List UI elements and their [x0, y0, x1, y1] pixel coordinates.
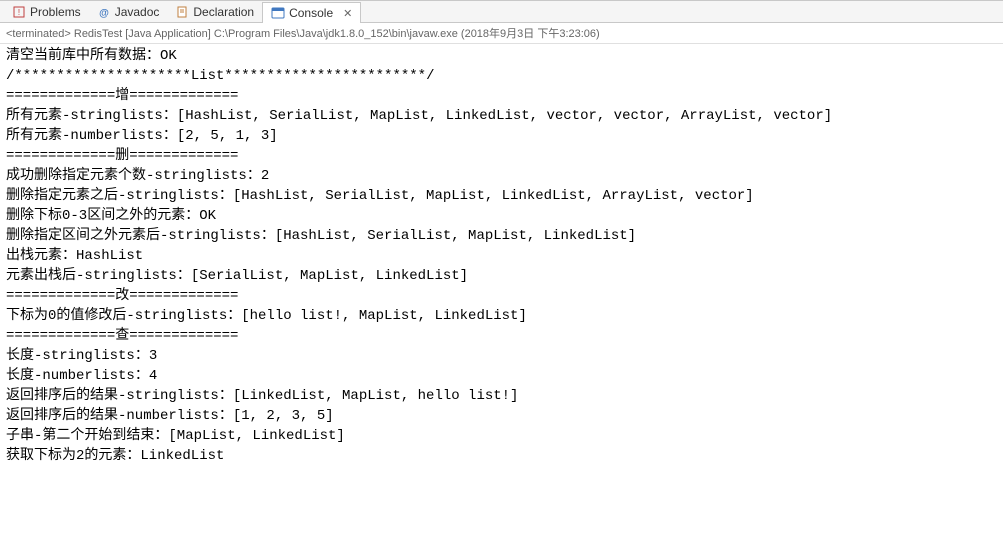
view-tabbar: ! Problems @ Javadoc Declaration Console… — [0, 1, 1003, 23]
tab-label: Javadoc — [115, 5, 160, 19]
tab-console[interactable]: Console ✕ — [262, 2, 361, 23]
console-line: 返回排序后的结果-numberlists：[1, 2, 3, 5] — [6, 406, 997, 426]
tab-declaration[interactable]: Declaration — [167, 1, 262, 22]
console-line: 返回排序后的结果-stringlists：[LinkedList, MapLis… — [6, 386, 997, 406]
console-line: 所有元素-numberlists：[2, 5, 1, 3] — [6, 126, 997, 146]
console-line: 长度-numberlists：4 — [6, 366, 997, 386]
tab-label: Console — [289, 6, 333, 20]
console-line: 删除指定元素之后-stringlists：[HashList, SerialLi… — [6, 186, 997, 206]
svg-text:@: @ — [99, 8, 109, 18]
console-icon — [271, 6, 285, 20]
console-line: =============改============= — [6, 286, 997, 306]
launch-status: <terminated> RedisTest [Java Application… — [0, 23, 1003, 44]
console-line: 长度-stringlists：3 — [6, 346, 997, 366]
console-output: 清空当前库中所有数据：OK/*********************List*… — [0, 44, 1003, 468]
console-line: 删除下标0-3区间之外的元素：OK — [6, 206, 997, 226]
console-line: =============查============= — [6, 326, 997, 346]
console-line: /*********************List**************… — [6, 66, 997, 86]
console-line: 获取下标为2的元素：LinkedList — [6, 446, 997, 466]
console-line: 元素出栈后-stringlists：[SerialList, MapList, … — [6, 266, 997, 286]
javadoc-icon: @ — [97, 5, 111, 19]
console-line: 成功删除指定元素个数-stringlists：2 — [6, 166, 997, 186]
console-line: 删除指定区间之外元素后-stringlists：[HashList, Seria… — [6, 226, 997, 246]
console-line: 出栈元素：HashList — [6, 246, 997, 266]
console-line: 下标为0的值修改后-stringlists：[hello list!, MapL… — [6, 306, 997, 326]
tab-javadoc[interactable]: @ Javadoc — [89, 1, 168, 22]
console-line: =============增============= — [6, 86, 997, 106]
tab-label: Problems — [30, 5, 81, 19]
close-icon[interactable]: ✕ — [343, 7, 352, 20]
console-line: 子串-第二个开始到结束：[MapList, LinkedList] — [6, 426, 997, 446]
svg-text:!: ! — [18, 8, 20, 17]
console-line: 清空当前库中所有数据：OK — [6, 46, 997, 66]
problems-icon: ! — [12, 5, 26, 19]
tab-label: Declaration — [193, 5, 254, 19]
console-line: 所有元素-stringlists：[HashList, SerialList, … — [6, 106, 997, 126]
declaration-icon — [175, 5, 189, 19]
console-line: =============删============= — [6, 146, 997, 166]
tab-problems[interactable]: ! Problems — [4, 1, 89, 22]
